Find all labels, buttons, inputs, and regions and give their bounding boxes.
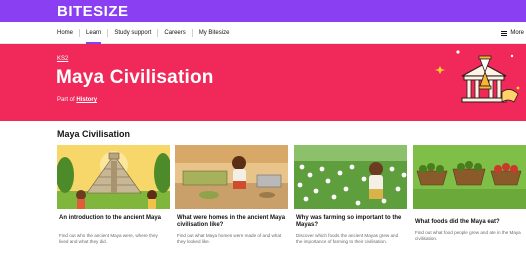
history-link[interactable]: History <box>76 97 97 103</box>
card-title: An introduction to the ancient Maya <box>59 215 162 221</box>
more-label: More <box>510 30 524 36</box>
key-stage-link[interactable]: KS2 <box>57 56 68 62</box>
nav-item-learn[interactable]: Learn <box>80 22 107 44</box>
farming-thumbnail <box>294 145 407 209</box>
card-title: Why was farming so important to the Maya… <box>296 215 402 228</box>
temple-hourglass-illustration <box>435 50 520 103</box>
section-title: Maya Civilisation <box>57 129 131 139</box>
card-maya-foods[interactable]: What foods did the Maya eat? Find out wh… <box>413 145 526 255</box>
card-title: What foods did the Maya eat? <box>415 219 500 225</box>
nav-item-my-bitesize[interactable]: My Bitesize <box>193 22 236 44</box>
pyramid-thumbnail <box>57 145 170 209</box>
card-description: Discover which foods the ancient Mayas g… <box>296 233 399 244</box>
hamburger-icon <box>501 30 508 36</box>
card-description: Find out what food people grew and ate i… <box>415 230 521 241</box>
card-description: Find out who the ancient Maya were, wher… <box>59 233 158 244</box>
foods-thumbnail <box>413 145 526 209</box>
more-menu-button[interactable]: More <box>501 22 524 44</box>
page-title: Maya Civilisation <box>56 67 214 88</box>
nav-items: Home Learn Study support Careers My Bite… <box>57 22 235 44</box>
bitesize-logo[interactable]: BITESIZE <box>57 3 129 20</box>
card-description: Find out what Maya homes were made of an… <box>177 233 282 244</box>
topic-cards: An introduction to the ancient Maya Find… <box>57 145 526 255</box>
nav-item-home[interactable]: Home <box>57 22 79 44</box>
card-maya-homes[interactable]: What were homes in the ancient Maya civi… <box>175 145 288 255</box>
nav-item-careers[interactable]: Careers <box>158 22 191 44</box>
card-intro-ancient-maya[interactable]: An introduction to the ancient Maya Find… <box>57 145 170 255</box>
hero-banner: KS2 Maya Civilisation Part of History <box>0 44 526 121</box>
part-of-breadcrumb: Part of History <box>57 97 97 103</box>
nav-item-study-support[interactable]: Study support <box>108 22 157 44</box>
card-title: What were homes in the ancient Maya civi… <box>177 215 286 228</box>
card-maya-farming[interactable]: Why was farming so important to the Maya… <box>294 145 407 255</box>
main-nav: Home Learn Study support Careers My Bite… <box>0 22 526 44</box>
part-of-label: Part of <box>57 97 75 103</box>
brand-bar: BITESIZE <box>0 0 526 22</box>
maya-home-thumbnail <box>175 145 288 209</box>
